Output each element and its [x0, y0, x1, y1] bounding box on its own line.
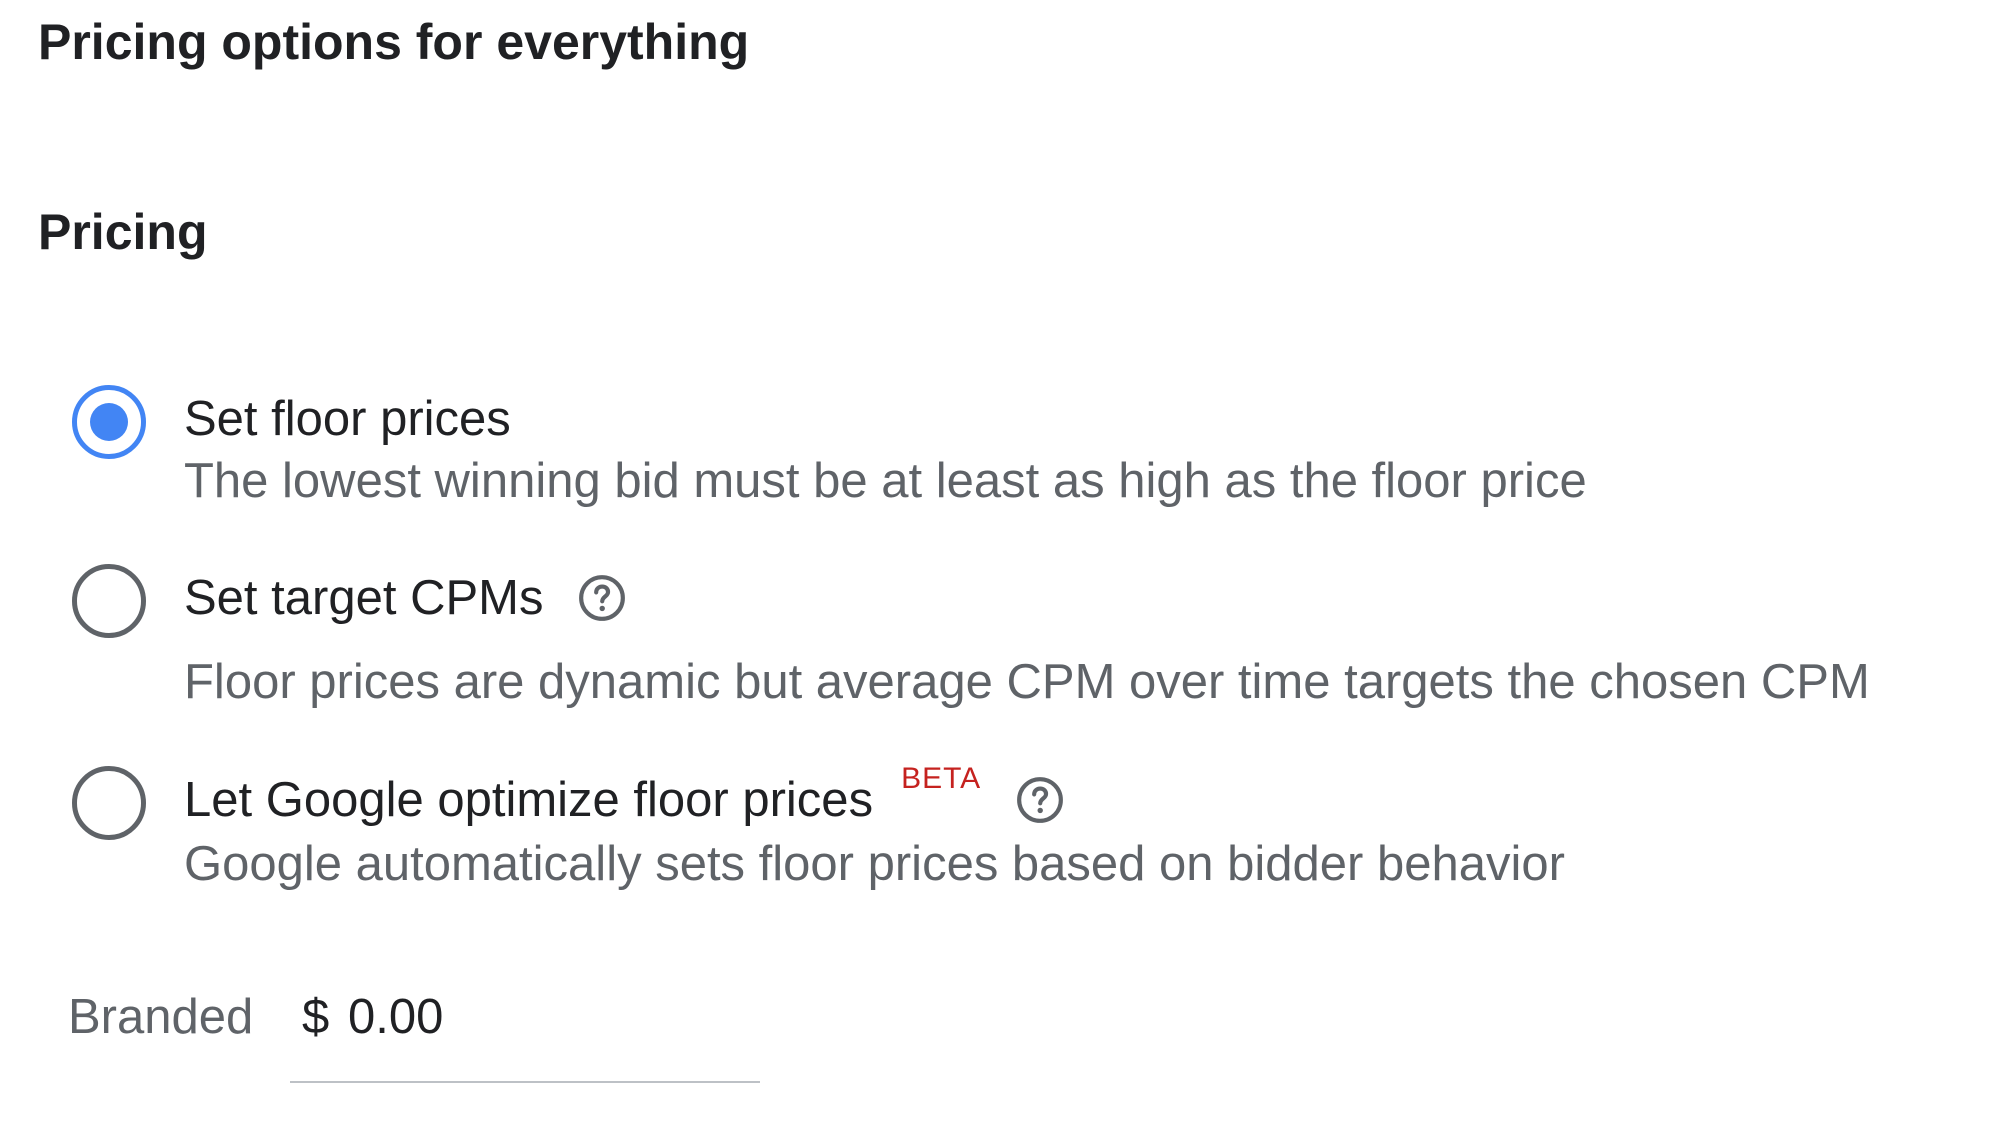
option-label-set-target-cpms: Set target CPMs — [184, 566, 627, 630]
branded-label: Branded — [68, 990, 254, 1044]
option-label-set-floor-prices: Set floor prices — [184, 387, 511, 451]
help-circle-icon[interactable] — [577, 573, 627, 623]
page-title: Pricing options for everything — [38, 14, 750, 70]
option-description-set-target-cpms: Floor prices are dynamic but average CPM… — [184, 655, 1870, 709]
option-label-text: Set target CPMs — [184, 571, 544, 625]
branded-price-field[interactable]: $ — [290, 975, 760, 1083]
option-label-text: Set floor prices — [184, 392, 511, 446]
radio-set-target-cpms[interactable] — [72, 564, 146, 638]
option-description-google-optimize: Google automatically sets floor prices b… — [184, 837, 1565, 891]
option-label-google-optimize: Let Google optimize floor prices BETA — [184, 764, 1065, 832]
radio-google-optimize[interactable] — [72, 766, 146, 840]
option-label-text: Let Google optimize floor prices — [184, 773, 874, 827]
pricing-section-title: Pricing — [38, 204, 208, 260]
beta-badge: BETA — [901, 762, 982, 795]
currency-symbol: $ — [302, 990, 330, 1044]
radio-set-floor-prices[interactable] — [72, 385, 146, 459]
option-description-set-floor-prices: The lowest winning bid must be at least … — [184, 454, 1587, 508]
help-circle-icon[interactable] — [1015, 775, 1065, 825]
branded-price-input[interactable] — [348, 985, 738, 1049]
